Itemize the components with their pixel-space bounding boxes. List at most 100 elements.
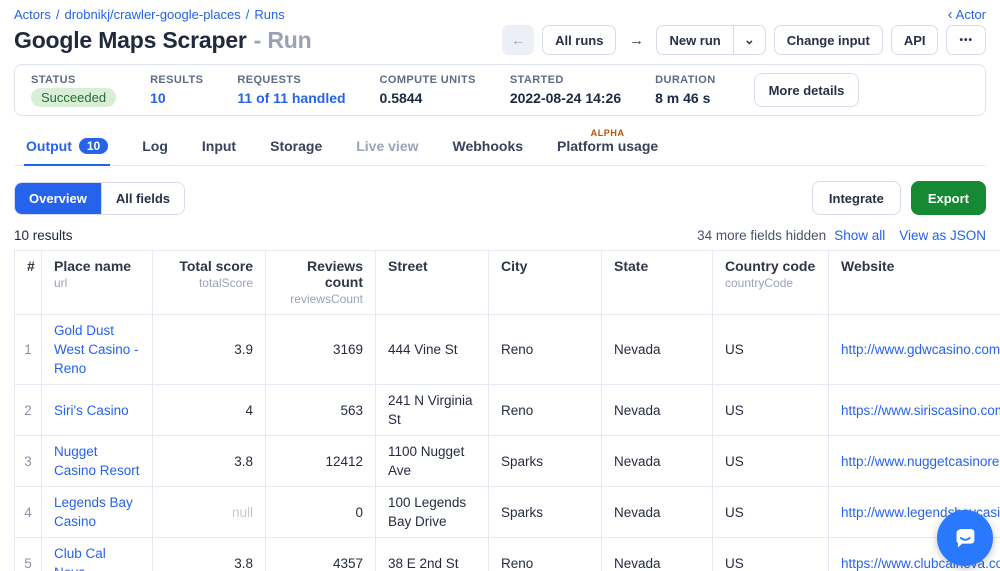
reviews-count-cell: 12412	[266, 436, 376, 487]
state-cell: Nevada	[602, 436, 713, 487]
place-name-link[interactable]: Nugget Casino Resort	[54, 444, 140, 478]
previous-run-button[interactable]: ←	[502, 25, 534, 55]
reviews-count-cell: 563	[266, 385, 376, 436]
column-label: Website	[841, 258, 1000, 274]
column-header-countrycode: Country code countryCode	[713, 251, 829, 315]
alpha-tag: ALPHA	[591, 128, 625, 138]
next-run-button[interactable]: →	[624, 25, 648, 55]
column-label: Place name	[54, 258, 140, 274]
run-toolbar: ← All runs → New run ⌄ Change input API …	[502, 25, 986, 55]
chat-widget-button[interactable]	[937, 510, 993, 566]
tab-label: Output	[26, 138, 72, 154]
column-label: Total score	[165, 258, 253, 274]
page-title: Google Maps Scraper - Run	[14, 27, 311, 54]
integrate-button[interactable]: Integrate	[812, 181, 901, 215]
more-actions-button[interactable]: •••	[946, 25, 986, 55]
stat-compute-units: COMPUTE UNITS0.5844	[380, 74, 476, 106]
row-number: 5	[15, 538, 42, 571]
arrow-left-icon: ←	[511, 32, 525, 48]
tab-label: Platform usage	[557, 138, 658, 154]
column-label: Country code	[725, 258, 816, 274]
street-cell: 444 Vine St	[376, 315, 489, 385]
tab-storage[interactable]: Storage	[268, 132, 324, 166]
new-run-button[interactable]: New run	[656, 25, 733, 55]
run-status-card: STATUSSucceededRESULTS10REQUESTS11 of 11…	[14, 64, 986, 116]
total-score-cell: 3.8	[153, 436, 266, 487]
tab-platform-usage[interactable]: ALPHAPlatform usage	[555, 128, 660, 166]
website-link[interactable]: http://www.gdwcasino.com/reno	[841, 342, 1000, 357]
website-cell: http://www.gdwcasino.com/reno	[829, 315, 1000, 385]
place-name-link[interactable]: Siri's Casino	[54, 403, 129, 418]
total-score-value: null	[232, 505, 253, 520]
row-number: 1	[15, 315, 42, 385]
stat-results: RESULTS 10	[150, 74, 203, 106]
table-row: 1Gold Dust West Casino - Reno3.93169444 …	[15, 315, 1000, 385]
total-score-value: 4	[245, 403, 253, 418]
stat-label: COMPUTE UNITS	[380, 74, 476, 86]
column-label: City	[501, 258, 589, 274]
new-run-dropdown-button[interactable]: ⌄	[734, 25, 766, 55]
stat-label: REQUESTS	[237, 74, 345, 86]
all-fields-toggle[interactable]: All fields	[101, 183, 184, 214]
country-code-cell: US	[713, 487, 829, 538]
stat-label: RESULTS	[150, 74, 203, 86]
stat-label: STATUS	[31, 74, 116, 86]
stat-requests: REQUESTS 11 of 11 handled	[237, 74, 345, 106]
stats-list: STATUSSucceededRESULTS10REQUESTS11 of 11…	[31, 74, 750, 107]
breadcrumb-link[interactable]: drobnikj/crawler-google-places	[64, 7, 240, 22]
stat-value[interactable]: 10	[150, 90, 203, 106]
website-link[interactable]: http://www.nuggetcasinoresort.com	[841, 454, 1000, 469]
all-runs-button[interactable]: All runs	[542, 25, 616, 55]
chevron-left-icon: ‹	[948, 7, 953, 22]
tab-live-view[interactable]: Live view	[354, 132, 420, 166]
view-as-json-link[interactable]: View as JSON	[899, 228, 986, 243]
view-toggle: Overview All fields	[14, 182, 185, 215]
column-header-reviewscount: Reviews countreviewsCount	[266, 251, 376, 315]
street-cell: 241 N Virginia St	[376, 385, 489, 436]
breadcrumb-link[interactable]: Actors	[14, 7, 51, 22]
column-field-name: countryCode	[725, 276, 816, 290]
total-score-value: 3.9	[234, 342, 253, 357]
tab-output[interactable]: Output10	[24, 132, 110, 166]
place-name-link[interactable]: Gold Dust West Casino - Reno	[54, 323, 139, 376]
stat-value[interactable]: 11 of 11 handled	[237, 90, 345, 106]
reviews-count-cell: 0	[266, 487, 376, 538]
table-row: 3Nugget Casino Resort3.8124121100 Nugget…	[15, 436, 1000, 487]
place-name-cell: Club Cal Neva	[42, 538, 153, 571]
city-cell: Reno	[489, 315, 602, 385]
actor-title: Google Maps Scraper	[14, 27, 247, 53]
back-to-actor-link[interactable]: ‹Actor	[948, 7, 986, 22]
total-score-cell: 4	[153, 385, 266, 436]
place-name-link[interactable]: Legends Bay Casino	[54, 495, 133, 529]
place-name-link[interactable]: Club Cal Neva	[54, 546, 106, 571]
run-page: Actors/drobnikj/crawler-google-places/Ru…	[0, 0, 1000, 571]
export-button[interactable]: Export	[911, 181, 986, 215]
website-link[interactable]: https://www.siriscasino.com/	[841, 403, 1000, 418]
breadcrumb: Actors/drobnikj/crawler-google-places/Ru…	[14, 7, 285, 22]
tab-webhooks[interactable]: Webhooks	[451, 132, 526, 166]
show-all-link[interactable]: Show all	[834, 228, 885, 243]
total-score-cell: 3.9	[153, 315, 266, 385]
tab-input[interactable]: Input	[200, 132, 238, 166]
city-cell: Sparks	[489, 436, 602, 487]
column-label: State	[614, 258, 700, 274]
total-score-cell: 3.8	[153, 538, 266, 571]
title-suffix: - Run	[254, 27, 312, 53]
tab-log[interactable]: Log	[140, 132, 170, 166]
stat-value: 8 m 46 s	[655, 90, 715, 106]
results-table: #Place nameurlTotal scoretotalScoreRevie…	[14, 250, 1000, 571]
column-header-website: Website	[829, 251, 1000, 315]
place-name-cell: Siri's Casino	[42, 385, 153, 436]
overview-toggle[interactable]: Overview	[15, 183, 101, 214]
breadcrumb-link[interactable]: Runs	[254, 7, 284, 22]
table-row: 5Club Cal Neva3.8435738 E 2nd StRenoNeva…	[15, 538, 1000, 571]
table-row: 4Legends Bay Casinonull0100 Legends Bay …	[15, 487, 1000, 538]
api-button[interactable]: API	[891, 25, 939, 55]
city-cell: Sparks	[489, 487, 602, 538]
change-input-button[interactable]: Change input	[774, 25, 883, 55]
more-details-button[interactable]: More details	[754, 73, 860, 107]
state-cell: Nevada	[602, 385, 713, 436]
place-name-cell: Legends Bay Casino	[42, 487, 153, 538]
output-controls-row: Overview All fields Integrate Export	[14, 181, 986, 215]
column-label: Street	[388, 258, 476, 274]
